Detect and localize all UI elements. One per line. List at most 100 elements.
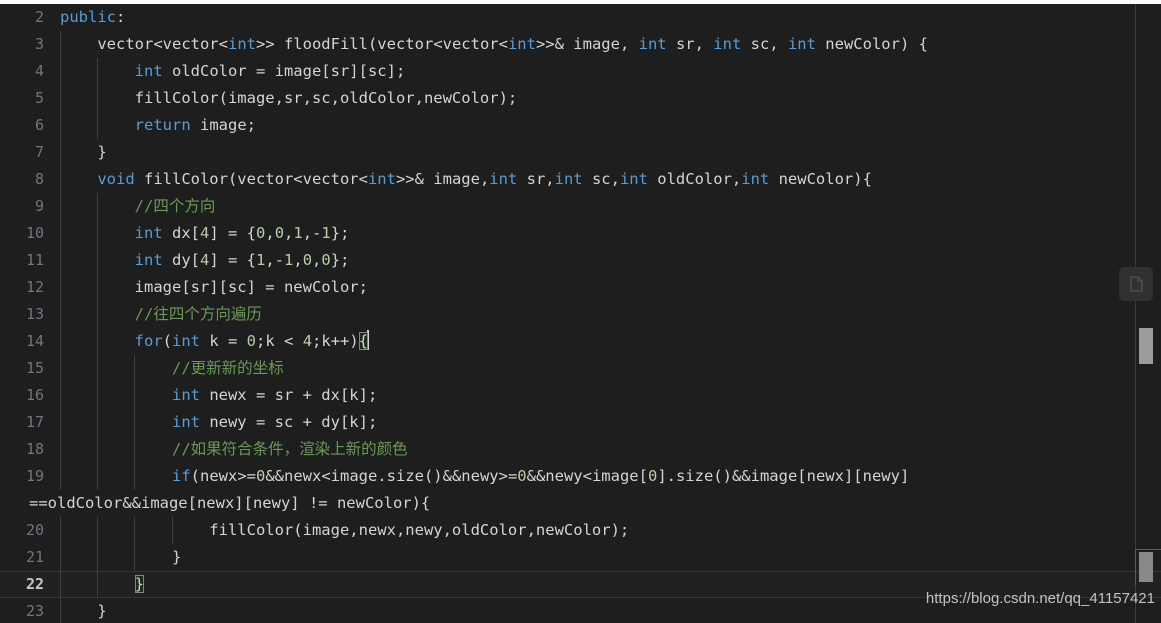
code-line[interactable]: 21 }: [0, 544, 1161, 571]
line-number: 17: [25, 413, 44, 431]
editor-vertical-rule: [1135, 4, 1136, 623]
scrollbar-bottom-marker[interactable]: [1139, 552, 1153, 582]
code-line[interactable]: 10 int dx[4] = {0,0,1,-1};: [0, 220, 1161, 247]
line-number: 13: [25, 305, 44, 323]
code-token: &&newx<image.size()&&newy>=: [265, 467, 518, 485]
code-token: };: [330, 251, 350, 269]
code-token: int: [367, 170, 396, 188]
indent-guide: [171, 517, 173, 544]
code-token: int: [619, 170, 648, 188]
indent-guide: [97, 193, 99, 490]
indent-guide: [97, 517, 99, 598]
code-editor[interactable]: 2 public: 3 vector<vector<int>> floodFill(…: [0, 0, 1161, 623]
code-token: //四个方向: [134, 197, 216, 215]
indent-guide: [134, 517, 136, 571]
code-token: vector<vector<: [60, 35, 228, 53]
code-line[interactable]: 14 for(int k = 0;k < 4;k++){: [0, 328, 1161, 355]
code-line[interactable]: 9 //四个方向: [0, 193, 1161, 220]
code-line-text: if(newx>=0&&newx<image.size()&&newy>=0&&…: [60, 463, 909, 490]
code-token: int: [638, 35, 667, 53]
code-token: dy[: [162, 251, 200, 269]
code-token: int: [507, 35, 536, 53]
code-token: return: [134, 116, 191, 134]
code-line[interactable]: 11 int dy[4] = {1,-1,0,0};: [0, 247, 1161, 274]
code-line[interactable]: 7 }: [0, 139, 1161, 166]
code-token: int: [134, 224, 163, 242]
code-token: oldColor = image[sr][sc];: [162, 62, 406, 80]
vertical-scrollbar-slider[interactable]: [1139, 328, 1153, 364]
code-token: >>& image,: [395, 170, 490, 188]
code-line[interactable]: 18 //如果符合条件，渲染上新的颜色: [0, 436, 1161, 463]
code-token: (: [162, 332, 172, 350]
code-line-text: int newx = sr + dx[k];: [60, 382, 377, 409]
code-line-text: }: [60, 571, 144, 598]
code-token: >>& image,: [535, 35, 639, 53]
code-token: fillColor(vector<vector<: [134, 170, 368, 188]
line-number: 12: [25, 278, 44, 296]
page-copy-icon[interactable]: [1119, 267, 1153, 301]
code-line[interactable]: 8 void fillColor(vector<vector<int>>& im…: [0, 166, 1161, 193]
line-number: 19: [25, 467, 44, 485]
code-line[interactable]: 13 //往四个方向遍历: [0, 301, 1161, 328]
code-line[interactable]: 6 return image;: [0, 112, 1161, 139]
code-token: ].size()&&image[newx][newy]: [657, 467, 910, 485]
code-line[interactable]: 16 int newx = sr + dx[k];: [0, 382, 1161, 409]
code-line-text: }: [60, 139, 106, 166]
line-number: 18: [25, 440, 44, 458]
code-token: sr,: [517, 170, 555, 188]
code-token: sc,: [741, 35, 788, 53]
code-token: 1: [284, 251, 294, 269]
code-line[interactable]: 12 image[sr][sc] = newColor;: [0, 274, 1161, 301]
line-number: 6: [34, 116, 44, 134]
code-token: k =: [200, 332, 247, 350]
code-token: 0: [274, 224, 285, 242]
code-token: 0: [517, 467, 527, 485]
code-token: 0: [647, 467, 658, 485]
code-token: 0: [255, 467, 266, 485]
code-token: 0: [321, 251, 331, 269]
code-line[interactable]: 3 vector<vector<int>> floodFill(vector<v…: [0, 31, 1161, 58]
code-token: int: [554, 170, 583, 188]
code-token: fillColor(image,newx,newy,oldColor,newCo…: [60, 521, 630, 539]
line-number: 4: [34, 62, 44, 80]
code-line[interactable]: 4 int oldColor = image[sr][sc];: [0, 58, 1161, 85]
code-line[interactable]: 19 if(newx>=0&&newx<image.size()&&newy>=…: [0, 463, 1161, 490]
indent-guide: [60, 31, 61, 490]
code-line-text: int oldColor = image[sr][sc];: [60, 58, 406, 85]
indent-guide: [60, 517, 61, 623]
line-number: 10: [25, 224, 44, 242]
code-token: 1: [321, 224, 331, 242]
code-token: 1: [256, 251, 266, 269]
code-line[interactable]: 17 int newy = sc + dy[k];: [0, 409, 1161, 436]
text-cursor: [367, 330, 370, 350]
code-token: newx = sr + dx[k];: [199, 386, 378, 404]
line-number: 14: [25, 332, 44, 350]
code-line[interactable]: ==oldColor&&image[newx][newy] != newColo…: [0, 490, 1161, 517]
code-token: ;k <: [256, 332, 303, 350]
code-token: int: [227, 35, 256, 53]
code-line-text: fillColor(image,newx,newy,oldColor,newCo…: [60, 517, 629, 544]
line-number: 20: [25, 521, 44, 539]
code-line[interactable]: 2 public:: [0, 4, 1161, 31]
code-line-text: int dx[4] = {0,0,1,-1};: [60, 220, 350, 247]
bracket-match: }: [134, 575, 144, 593]
code-token: int: [171, 413, 200, 431]
editor-content-area[interactable]: 2 public: 3 vector<vector<int>> floodFill(…: [0, 4, 1161, 623]
code-line[interactable]: 15 //更新新的坐标: [0, 355, 1161, 382]
code-token: ,: [284, 224, 294, 242]
code-token: sc,: [582, 170, 620, 188]
line-number: 2: [34, 8, 44, 26]
code-line-text: ==oldColor&&image[newx][newy] != newColo…: [29, 490, 430, 517]
code-token: ] = {: [209, 224, 256, 242]
code-line-text: vector<vector<int>> floodFill(vector<vec…: [60, 31, 928, 58]
code-token: int: [489, 170, 518, 188]
line-number: 7: [34, 143, 44, 161]
code-line[interactable]: 5 fillColor(image,sr,sc,oldColor,newColo…: [0, 85, 1161, 112]
code-token: 4: [199, 251, 210, 269]
line-number: 22: [25, 575, 44, 593]
line-number: 16: [25, 386, 44, 404]
code-token: 0: [246, 332, 257, 350]
code-line[interactable]: 20 fillColor(image,newx,newy,oldColor,ne…: [0, 517, 1161, 544]
